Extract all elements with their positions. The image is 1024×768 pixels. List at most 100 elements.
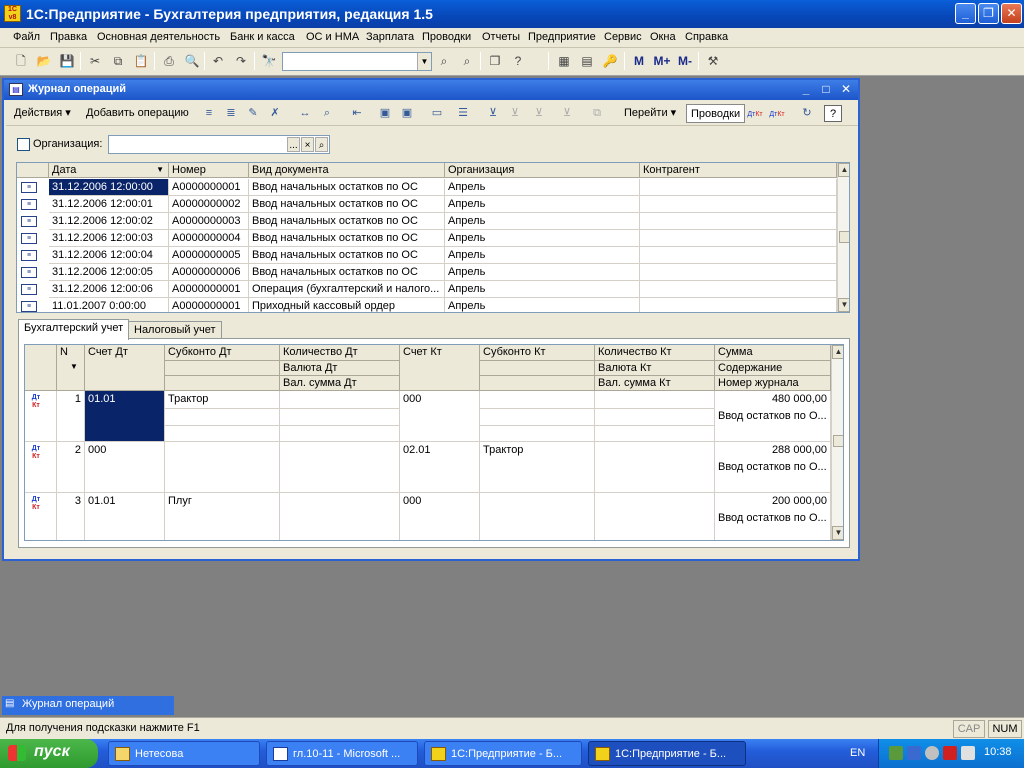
cell-qtyk[interactable] [595,391,715,442]
scroll-up-icon[interactable]: ▲ [838,163,849,177]
cell-org[interactable]: Апрель [445,298,640,312]
filter-by-value-icon[interactable]: ⊻ [506,105,524,122]
postings-toggle-button[interactable]: Проводки [686,104,746,123]
cell-date[interactable]: 11.01.2007 0:00:00 [49,298,169,312]
journal-scrollbar[interactable]: ▲ ▼ [837,163,849,312]
column-header-journal-no[interactable]: Номер журнала [715,376,831,391]
unpost-document-icon[interactable]: ▣ [398,105,416,122]
find-icon[interactable]: 🔭 [260,52,278,70]
cell-sum[interactable]: 200 000,00 Ввод остатков по О... [715,493,831,540]
calendar-icon[interactable]: ▤ [578,52,596,70]
new-document-icon[interactable]: 🗋 [12,52,30,70]
cell-counterparty[interactable] [640,247,837,264]
column-header-doctype[interactable]: Вид документа [249,163,445,178]
memory-plus-icon[interactable]: M+ [651,52,673,70]
cell-doctype[interactable]: Приходный кассовый ордер [249,298,445,312]
menu-windows[interactable]: Окна [650,31,676,43]
open-search-icon[interactable]: ⌕ [315,137,328,152]
column-header-cur-dt[interactable]: Валюта Дт [280,361,400,376]
cell-number[interactable]: А0000000001 [169,179,249,196]
column-header-date[interactable]: Дата ▼ [49,163,169,178]
cell-counterparty[interactable] [640,179,837,196]
cell-date[interactable]: 31.12.2006 12:00:00 [49,179,169,196]
postings-table[interactable]: N ▼ Счет Дт Субконто Дт Количество Дт Вал… [24,344,844,541]
chevron-down-icon[interactable]: ▼ [417,53,431,70]
cell-date[interactable]: 31.12.2006 12:00:03 [49,230,169,247]
cell-doctype[interactable]: Операция (бухгалтерский и налого... [249,281,445,298]
cell-org[interactable]: Апрель [445,179,640,196]
cell-org[interactable]: Апрель [445,281,640,298]
restore-button[interactable]: ❐ [978,3,999,24]
cell-doctype[interactable]: Ввод начальных остатков по ОС [249,264,445,281]
cell-sub-kt[interactable] [480,391,595,442]
add-row-icon[interactable]: ≡ [200,105,218,122]
clear-button[interactable]: × [301,137,314,152]
paste-icon[interactable]: 📋 [132,52,150,70]
memory-minus-icon[interactable]: M- [674,52,696,70]
cell-doctype[interactable]: Ввод начальных остатков по ОС [249,247,445,264]
cell-org[interactable]: Апрель [445,196,640,213]
open-icon[interactable]: 📂 [35,52,53,70]
cell-doctype[interactable]: Ввод начальных остатков по ОС [249,196,445,213]
window-minimize-button[interactable]: _ [798,82,814,97]
dt-kt-icon[interactable]: ДтКт [746,105,764,122]
cell-sub-dt[interactable]: Плуг [165,493,280,540]
column-header-organization[interactable]: Организация [445,163,640,178]
column-header-acc-dt[interactable]: Счет Дт [85,345,165,391]
add-operation-button[interactable]: Добавить операцию [82,104,193,123]
cell-sub-kt[interactable]: Трактор [480,442,595,493]
find-prev-icon[interactable]: ⌕ [458,52,476,70]
scroll-thumb[interactable] [839,231,849,243]
window-close-button[interactable]: ✕ [838,82,854,97]
cell-date[interactable]: 31.12.2006 12:00:04 [49,247,169,264]
column-header-valsum-dt[interactable]: Вал. сумма Дт [280,376,400,391]
redo-icon[interactable]: ↷ [232,52,250,70]
based-on-icon[interactable]: ⧉ [588,105,606,122]
close-button[interactable]: ✕ [1001,3,1022,24]
task-1c-2[interactable]: 1С:Предприятие - Б... [588,741,746,766]
structure-icon[interactable]: ☰ [454,105,472,122]
menu-salary[interactable]: Зарплата [366,31,414,43]
cut-icon[interactable]: ✂ [86,52,104,70]
select-button[interactable]: ... [287,137,300,152]
menu-bank[interactable]: Банк и касса [230,31,295,43]
copy-row-icon[interactable]: ≣ [222,105,240,122]
menu-postings[interactable]: Проводки [422,31,471,43]
copy-icon[interactable]: ⧉ [109,52,127,70]
cell-qty[interactable] [280,442,400,493]
search-combo[interactable]: ▼ [282,52,432,71]
cell-counterparty[interactable] [640,281,837,298]
delete-mark-icon[interactable]: ✗ [266,105,284,122]
antivirus-icon[interactable] [943,746,957,760]
cell-number[interactable]: А0000000005 [169,247,249,264]
calculator-icon[interactable]: ▦ [555,52,573,70]
refresh-icon[interactable]: ↻ [798,105,816,122]
journal-table[interactable]: Дата ▼ Номер Вид документа Организация Ко… [16,162,850,313]
cell-number[interactable]: А0000000001 [169,281,249,298]
cell-sub-dt[interactable]: Трактор [165,391,280,442]
menu-edit[interactable]: Правка [50,31,87,43]
scroll-down-icon[interactable]: ▼ [832,526,843,540]
find-next-icon[interactable]: ⌕ [435,52,453,70]
task-1c-1[interactable]: 1С:Предприятие - Б... [424,741,582,766]
organization-filter-checkbox[interactable] [17,138,30,151]
cell-doctype[interactable]: Ввод начальных остатков по ОС [249,213,445,230]
menu-enterprise[interactable]: Предприятие [528,31,596,43]
start-button[interactable]: пуск [0,739,98,768]
column-header-n[interactable]: N ▼ [57,345,85,391]
cell-date[interactable]: 31.12.2006 12:00:05 [49,264,169,281]
cell-acc-dt[interactable]: 01.01 [85,493,165,540]
cell-doctype[interactable]: Ввод начальных остатков по ОС [249,230,445,247]
journal-window-title-bar[interactable]: ▤ Журнал операций _ □ ✕ [4,80,858,100]
goto-current-icon[interactable]: ⇤ [348,105,366,122]
cell-org[interactable]: Апрель [445,264,640,281]
menu-main-activity[interactable]: Основная деятельность [97,31,220,43]
menu-file[interactable]: Файл [13,31,40,43]
window-tab-journal[interactable]: ▤ Журнал операций [2,696,174,715]
tab-accounting[interactable]: Бухгалтерский учет [18,319,130,340]
cell-qtyk[interactable] [595,442,715,493]
cell-number[interactable]: А0000000002 [169,196,249,213]
cell-number[interactable]: А0000000001 [169,298,249,312]
column-header-acc-kt[interactable]: Счет Кт [400,345,480,391]
app-title-bar[interactable]: 1С v8 1С:Предприятие - Бухгалтерия предпр… [0,0,1024,28]
